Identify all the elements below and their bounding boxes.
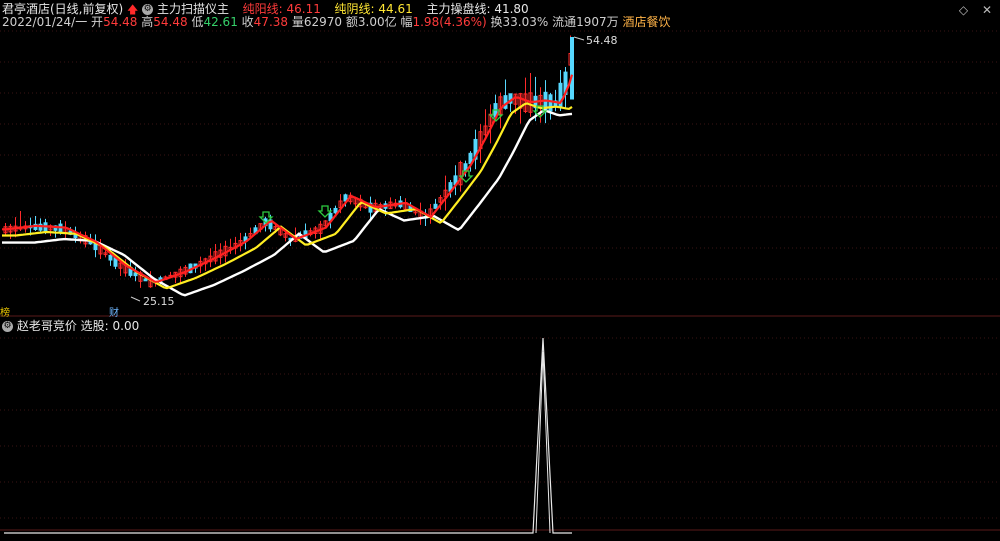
rank-badge[interactable]: 榜 <box>0 304 10 319</box>
candle-body <box>548 94 553 112</box>
candlesticks <box>3 35 574 288</box>
last-candle-body <box>570 37 574 100</box>
candle-body <box>503 95 508 109</box>
min-price-pointer <box>130 296 141 302</box>
sub-settings-icon[interactable]: ⚙ <box>2 321 13 332</box>
max-price-label: 54.48 <box>586 34 618 47</box>
candle-body <box>143 278 148 282</box>
candle-body <box>333 207 338 214</box>
max-price-pointer <box>573 36 585 41</box>
sub-indicator-line <box>4 337 572 534</box>
candle-body <box>43 222 48 233</box>
candle-body <box>108 254 113 261</box>
select-label: 选股: <box>80 319 109 333</box>
select-value: 0.00 <box>112 319 140 333</box>
candle-body <box>58 223 63 234</box>
candle-body <box>433 203 438 209</box>
finance-badge[interactable]: 财 <box>109 304 119 319</box>
sub-indicator-name[interactable]: 赵老哥竞价 <box>17 319 77 333</box>
moving-average-lines <box>2 74 574 297</box>
signal-arrows <box>258 105 548 224</box>
min-price-label: 25.15 <box>143 295 175 308</box>
sub-indicator-chart <box>4 337 572 534</box>
price-annotations: 54.48 25.15 <box>130 34 618 308</box>
kline-chart[interactable]: 54.48 25.15 <box>0 0 1000 541</box>
ma-red-line <box>2 74 574 283</box>
